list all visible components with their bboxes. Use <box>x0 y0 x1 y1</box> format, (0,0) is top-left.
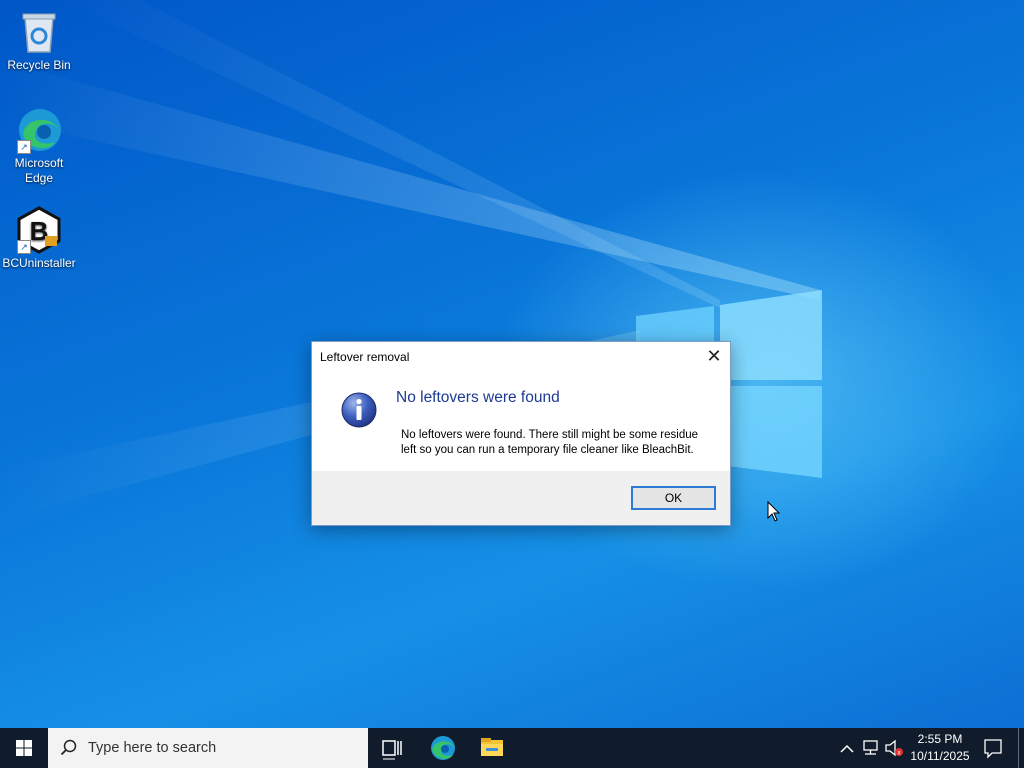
ok-button[interactable]: OK <box>631 486 716 510</box>
dialog-titlebar[interactable]: Leftover removal ✕ <box>312 342 730 372</box>
dialog-footer: OK <box>312 471 730 525</box>
desktop-icon-bcuninstaller[interactable]: B ↗ BCUninstaller <box>0 206 78 271</box>
notification-icon <box>984 739 1002 759</box>
network-button[interactable] <box>859 728 883 768</box>
shortcut-arrow-icon: ↗ <box>17 140 31 154</box>
taskbar-search-box[interactable]: Type here to search <box>48 728 368 768</box>
search-placeholder: Type here to search <box>88 740 217 756</box>
close-icon: ✕ <box>706 346 722 366</box>
edge-icon <box>431 736 455 760</box>
taskbar-file-explorer-button[interactable] <box>468 728 516 768</box>
start-button[interactable] <box>0 728 48 768</box>
show-hidden-icons-button[interactable] <box>836 728 858 768</box>
taskbar: Type here to search x 2:55 PM 10/11/2025 <box>0 728 1024 768</box>
dialog-message-line: No leftovers were found. There still mig… <box>401 429 699 441</box>
show-desktop-button[interactable] <box>1018 728 1024 768</box>
file-explorer-icon <box>481 738 503 756</box>
taskbar-edge-button[interactable] <box>418 728 468 768</box>
chevron-up-icon <box>840 744 854 753</box>
clock-time: 2:55 PM <box>917 732 963 746</box>
shortcut-arrow-icon: ↗ <box>17 240 31 254</box>
action-center-button[interactable] <box>978 728 1008 768</box>
network-icon <box>863 740 878 755</box>
dialog-message: No leftovers were found. There still mig… <box>401 428 721 458</box>
desktop-icon-recycle-bin[interactable]: Recycle Bin <box>0 8 78 73</box>
desktop-icon-label: BCUninstaller <box>2 256 76 270</box>
bcuninstaller-icon: B ↗ <box>15 206 63 254</box>
leftover-removal-dialog: Leftover removal ✕ No leftovers were fou… <box>311 341 731 526</box>
dialog-message-line: left so you can run a temporary file cle… <box>401 444 694 456</box>
windows-logo-icon <box>16 740 32 756</box>
dialog-title: Leftover removal <box>320 350 410 364</box>
desktop-icon-edge[interactable]: ↗ Microsoft Edge <box>0 106 78 186</box>
volume-muted-icon: x <box>885 739 903 757</box>
search-icon <box>60 739 77 756</box>
volume-button[interactable]: x <box>883 728 905 768</box>
edge-icon: ↗ <box>15 106 63 154</box>
clock-date: 10/11/2025 <box>910 749 970 763</box>
recycle-bin-icon <box>15 8 63 56</box>
svg-text:x: x <box>898 751 901 757</box>
taskbar-clock[interactable]: 2:55 PM 10/11/2025 <box>904 731 976 765</box>
task-view-icon <box>382 740 402 760</box>
close-button[interactable]: ✕ <box>698 342 730 372</box>
task-view-button[interactable] <box>368 728 416 768</box>
mouse-cursor-icon <box>767 501 781 522</box>
desktop-icon-label: Recycle Bin <box>7 58 71 72</box>
dialog-heading: No leftovers were found <box>396 389 560 406</box>
info-icon <box>340 391 378 434</box>
desktop-icon-label: Microsoft Edge <box>14 156 64 185</box>
